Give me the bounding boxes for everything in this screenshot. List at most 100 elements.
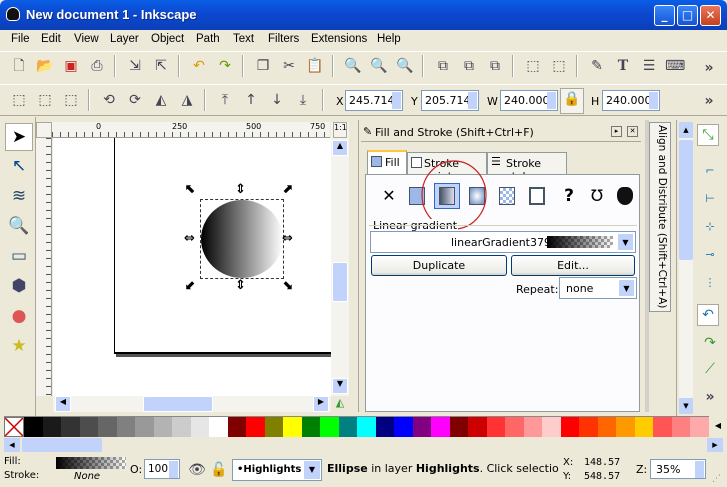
color-swatch[interactable]: [690, 417, 710, 437]
duplicate-button[interactable]: Duplicate: [371, 255, 507, 276]
scroll-up-arrow-icon[interactable]: ▲: [332, 140, 348, 156]
color-swatch[interactable]: [246, 417, 266, 437]
lower-icon[interactable]: ↓: [266, 89, 288, 111]
color-swatch[interactable]: [338, 417, 358, 437]
scroll-thumb[interactable]: [679, 140, 693, 260]
zoom-spinbox[interactable]: 35%: [650, 459, 706, 479]
snap-bbox-icon[interactable]: ⌐: [699, 160, 721, 182]
snap-midpoint-icon[interactable]: ⊸: [699, 244, 721, 266]
zoom-selection-icon[interactable]: 🔍: [342, 55, 364, 77]
scroll-thumb[interactable]: [143, 396, 213, 412]
color-swatch[interactable]: [560, 417, 580, 437]
open-folder-icon[interactable]: 📂: [34, 55, 56, 77]
menu-filters[interactable]: Filters: [268, 33, 299, 45]
unset-paint-icon[interactable]: ?: [558, 185, 580, 207]
color-swatch[interactable]: [24, 417, 43, 437]
scale-handle-icon[interactable]: ⇔: [184, 231, 195, 246]
save-icon[interactable]: ▣: [60, 55, 82, 77]
copy-icon[interactable]: ❐: [252, 55, 274, 77]
color-swatch[interactable]: [320, 417, 340, 437]
tweak-tool-icon[interactable]: ≋: [5, 183, 33, 211]
color-swatch[interactable]: [431, 417, 451, 437]
pattern-icon[interactable]: [496, 185, 518, 207]
snap-nodes-icon[interactable]: ↶: [697, 304, 719, 326]
x-spinbox[interactable]: 245.714: [345, 90, 403, 111]
fill-stroke-icon[interactable]: ✎: [586, 55, 608, 77]
menu-file[interactable]: File: [11, 33, 30, 45]
clone-icon[interactable]: ⧉: [458, 55, 480, 77]
color-swatch[interactable]: [394, 417, 414, 437]
scroll-right-arrow-icon[interactable]: ▶: [707, 438, 723, 452]
drawing-canvas[interactable]: ⬉ ⇕ ⬈ ⇔ ⇔ ⬋ ⇕ ⬊: [53, 138, 331, 396]
y-spinbox[interactable]: 205.714: [421, 90, 479, 111]
dock-toggle-icon[interactable]: ▸: [611, 126, 622, 137]
color-swatch[interactable]: [301, 417, 321, 437]
layers-icon[interactable]: ☰: [638, 55, 660, 77]
export-icon[interactable]: ⇱: [150, 55, 172, 77]
canvas-horizontal-scrollbar[interactable]: ◀ ▶: [53, 396, 331, 412]
gradient-select[interactable]: linearGradient3793 ▼: [370, 231, 636, 253]
color-swatch[interactable]: [597, 417, 617, 437]
overflow-chevron-icon[interactable]: »: [699, 386, 721, 408]
swatch-icon[interactable]: [526, 185, 548, 207]
color-swatch[interactable]: [375, 417, 395, 437]
snap-enable-icon[interactable]: ⤡: [697, 124, 719, 146]
color-swatch[interactable]: [227, 417, 247, 437]
color-swatch[interactable]: [579, 417, 599, 437]
panel-scrollbar[interactable]: ▲ ▼: [679, 122, 693, 414]
scroll-thumb[interactable]: [332, 262, 348, 302]
text-font-icon[interactable]: T: [612, 55, 634, 77]
no-paint-icon[interactable]: ✕: [378, 185, 400, 207]
scroll-down-arrow-icon[interactable]: ▼: [332, 378, 348, 394]
snap-bbox-corner-icon[interactable]: ⊹: [699, 216, 721, 238]
color-swatch[interactable]: [153, 417, 173, 437]
tab-fill[interactable]: Fill: [367, 150, 407, 174]
color-swatch[interactable]: [283, 417, 303, 437]
palette-menu-arrow-icon[interactable]: ◀: [709, 416, 727, 436]
dropdown-arrow-icon[interactable]: ▼: [618, 279, 635, 297]
scale-handle-icon[interactable]: ⇕: [235, 278, 246, 293]
color-swatch[interactable]: [42, 417, 62, 437]
color-swatch[interactable]: [98, 417, 118, 437]
scroll-thumb[interactable]: [22, 438, 102, 452]
menu-view[interactable]: View: [74, 33, 99, 45]
zoom-tool-icon[interactable]: 🔍: [5, 213, 33, 241]
color-swatch[interactable]: [523, 417, 543, 437]
cut-icon[interactable]: ✂: [278, 55, 300, 77]
no-color-swatch-icon[interactable]: [4, 417, 24, 437]
scroll-left-arrow-icon[interactable]: ◀: [55, 396, 71, 412]
palette-scrollbar[interactable]: ◀ ▶: [0, 436, 727, 454]
menu-path[interactable]: Path: [196, 33, 220, 45]
rectangle-tool-icon[interactable]: ▭: [5, 243, 33, 271]
menu-object[interactable]: Object: [151, 33, 184, 45]
lock-icon[interactable]: 🔒: [560, 88, 584, 114]
3d-box-tool-icon[interactable]: ⬢: [5, 273, 33, 301]
minimize-button[interactable]: _: [654, 5, 675, 26]
color-swatch[interactable]: [209, 417, 229, 437]
overflow-chevron-icon[interactable]: »: [698, 90, 720, 112]
star-tool-icon[interactable]: ★: [5, 333, 33, 361]
import-icon[interactable]: ⇲: [124, 55, 146, 77]
ellipse-tool-icon[interactable]: ●: [5, 303, 33, 331]
snap-path-icon[interactable]: ↷: [699, 332, 721, 354]
paste-icon[interactable]: 📋: [304, 55, 326, 77]
menu-extensions[interactable]: Extensions: [311, 33, 367, 45]
node-tool-icon[interactable]: ↖: [5, 153, 33, 181]
color-swatch[interactable]: [505, 417, 525, 437]
eye-icon[interactable]: 👁: [186, 459, 208, 481]
color-swatch[interactable]: [468, 417, 488, 437]
menu-edit[interactable]: Edit: [41, 33, 61, 45]
group-icon[interactable]: ⬚: [522, 55, 544, 77]
unlink-clone-icon[interactable]: ⧉: [484, 55, 506, 77]
flip-horizontal-icon[interactable]: ◭: [150, 89, 172, 111]
height-spinbox[interactable]: 240.000: [602, 90, 660, 111]
width-spinbox[interactable]: 240.000: [500, 90, 558, 111]
color-swatch[interactable]: [264, 417, 284, 437]
color-swatch[interactable]: [190, 417, 210, 437]
color-management-icon[interactable]: ◭: [331, 396, 349, 412]
stroke-value[interactable]: None: [74, 471, 100, 482]
color-swatch[interactable]: [653, 417, 673, 437]
padlock-icon[interactable]: 🔓: [208, 459, 230, 481]
color-swatch[interactable]: [616, 417, 636, 437]
color-swatch[interactable]: [542, 417, 562, 437]
